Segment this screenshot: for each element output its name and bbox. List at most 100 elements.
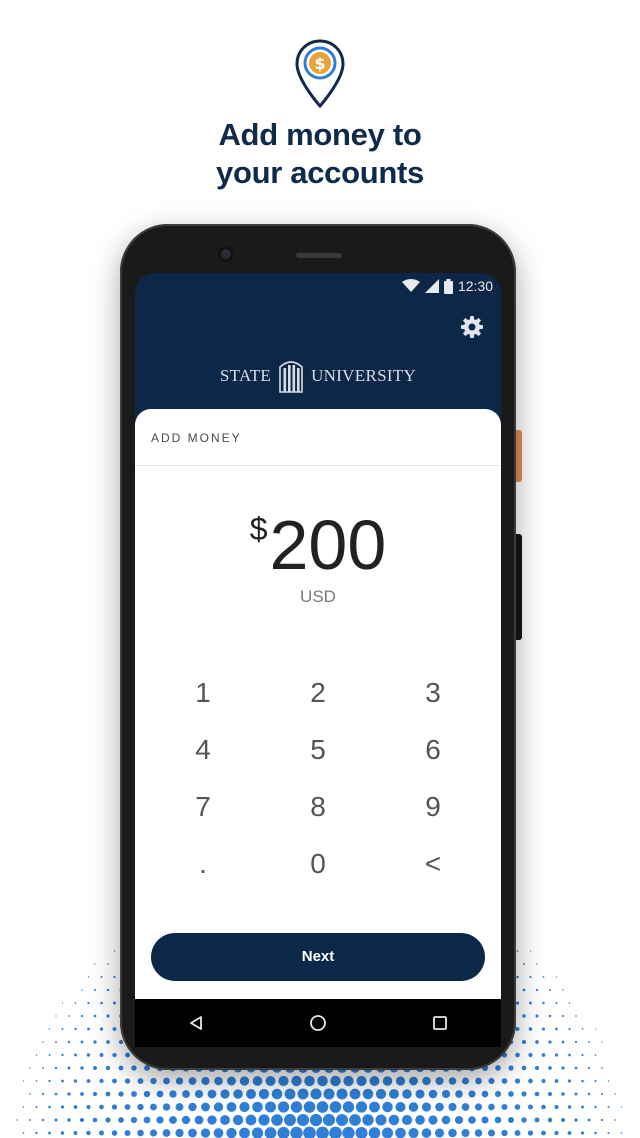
halftone-dot (118, 1039, 124, 1045)
android-nav-bar (135, 999, 501, 1047)
halftone-dot (408, 1102, 419, 1112)
halftone-dot (48, 1054, 51, 1056)
halftone-dot (94, 963, 96, 965)
halftone-dot (291, 1075, 302, 1087)
halftone-dot (309, 1113, 323, 1127)
halftone-dot (99, 1078, 104, 1084)
halftone-dot (124, 1129, 131, 1137)
halftone-dot (74, 1002, 77, 1004)
halftone-dot (201, 1102, 210, 1112)
halftone-dot (574, 1066, 578, 1070)
halftone-dot (106, 1014, 110, 1018)
halftone-dot (587, 1118, 591, 1122)
halftone-dot (620, 1132, 623, 1134)
halftone-dot (594, 1054, 597, 1056)
halftone-dot (323, 1088, 335, 1100)
halftone-dot (415, 1089, 425, 1099)
halftone-dot (124, 1078, 131, 1084)
halftone-dot (508, 1065, 514, 1071)
halftone-dot (284, 1088, 296, 1100)
halftone-dot (42, 1067, 44, 1069)
halftone-dot (542, 1001, 545, 1005)
key-5[interactable]: 5 (278, 726, 358, 774)
halftone-dot (588, 1041, 590, 1043)
halftone-dot (375, 1088, 387, 1100)
halftone-dot (481, 1116, 489, 1124)
nav-home-button[interactable] (294, 999, 342, 1047)
battery-icon (443, 278, 453, 294)
halftone-dot (93, 1014, 97, 1018)
key-8[interactable]: 8 (278, 783, 358, 831)
add-money-sheet: ADD MONEY $200 USD 1 2 3 4 5 6 7 8 9 . 0… (135, 409, 501, 999)
halftone-dot (555, 1027, 558, 1031)
halftone-dot (581, 1053, 584, 1057)
halftone-dot (99, 1053, 104, 1057)
halftone-dot (265, 1101, 276, 1113)
recents-square-icon (433, 1016, 447, 1030)
halftone-dot (554, 1079, 559, 1083)
halftone-dot (87, 976, 90, 978)
halftone-dot (105, 1065, 111, 1071)
key-1[interactable]: 1 (163, 669, 243, 717)
halftone-dot (528, 1052, 533, 1058)
halftone-dot (304, 1075, 315, 1087)
halftone-dot (131, 1065, 137, 1071)
halftone-dot (528, 1078, 533, 1084)
halftone-dot (389, 1089, 399, 1099)
amount-value: 200 (269, 506, 387, 584)
halftone-dot (86, 1130, 91, 1136)
key-2[interactable]: 2 (278, 669, 358, 717)
halftone-dot (130, 1116, 138, 1124)
halftone-dot (67, 1040, 71, 1044)
halftone-dot (349, 1114, 361, 1126)
nav-recents-button[interactable] (416, 999, 464, 1047)
halftone-dot (113, 975, 116, 979)
key-0[interactable]: 0 (278, 840, 358, 888)
halftone-dot (536, 963, 538, 965)
halftone-dot (81, 989, 83, 991)
key-3[interactable]: 3 (393, 669, 473, 717)
halftone-dot (303, 1126, 316, 1138)
next-button[interactable]: Next (151, 933, 485, 981)
halftone-dot (22, 1080, 25, 1082)
halftone-dot (105, 1091, 111, 1097)
halftone-dot (581, 1105, 584, 1109)
halftone-dot (395, 1101, 406, 1113)
halftone-dot (290, 1126, 303, 1138)
halftone-dot (454, 1115, 464, 1125)
phone-screen: 12:30 STATE UNIVERSITY ADD MONEY $200 US… (135, 273, 501, 1047)
halftone-dot (41, 1092, 45, 1096)
halftone-dot (382, 1101, 393, 1113)
brand-word-right: UNIVERSITY (311, 366, 417, 385)
nav-back-button[interactable] (172, 999, 220, 1047)
halftone-dot (29, 1093, 31, 1095)
halftone-dot (494, 1116, 502, 1124)
gear-icon[interactable] (460, 315, 484, 339)
key-7[interactable]: 7 (163, 783, 243, 831)
halftone-dot (421, 1128, 432, 1138)
halftone-dot (29, 1119, 31, 1121)
halftone-dot (156, 1116, 164, 1124)
halftone-dot (601, 1093, 603, 1095)
halftone-dot (55, 1015, 57, 1017)
halftone-dot (488, 1129, 495, 1137)
key-4[interactable]: 4 (163, 726, 243, 774)
halftone-dot (561, 1066, 565, 1070)
halftone-dot (87, 1001, 90, 1005)
halftone-dot (542, 976, 545, 978)
key-decimal[interactable]: . (163, 840, 243, 888)
halftone-dot (213, 1102, 224, 1112)
key-6[interactable]: 6 (393, 726, 473, 774)
halftone-dot (93, 988, 97, 992)
key-9[interactable]: 9 (393, 783, 473, 831)
halftone-dot (567, 1105, 572, 1109)
halftone-dot (587, 1066, 591, 1070)
halftone-dot (535, 1040, 539, 1044)
key-backspace[interactable]: < (393, 840, 473, 888)
halftone-dot (35, 1054, 38, 1056)
brand-word-left: STATE (219, 366, 272, 385)
halftone-dot (516, 975, 519, 979)
halftone-dot (461, 1103, 470, 1111)
halftone-dot (594, 1079, 597, 1083)
halftone-dot (194, 1089, 204, 1099)
